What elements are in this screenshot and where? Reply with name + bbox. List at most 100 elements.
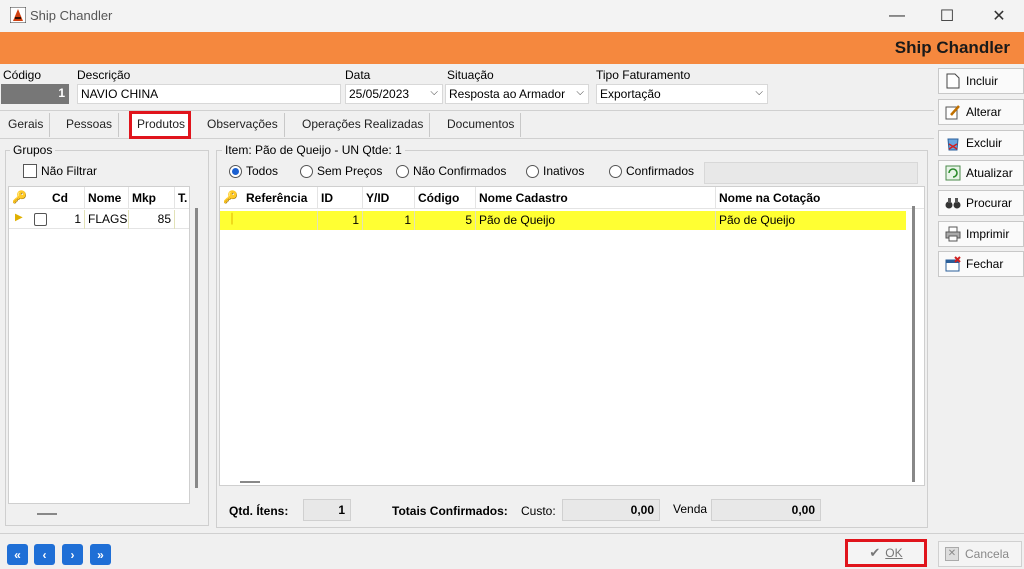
filter-inativos-label: Inativos (543, 164, 585, 178)
filter-todos[interactable]: Todos (229, 164, 278, 178)
nao-filtrar-checkbox[interactable] (23, 164, 37, 178)
items-col-nome-cotacao[interactable]: Nome na Cotação (716, 187, 906, 209)
qtd-itens-label: Qtd. Ítens: (229, 504, 289, 518)
descricao-field[interactable]: NAVIO CHINA (77, 84, 341, 104)
item-codigo-cell: 5 (415, 211, 476, 230)
radio-icon (609, 164, 622, 178)
item-nome-cadastro-cell: Pão de Queijo (476, 211, 716, 230)
alterar-label: Alterar (966, 105, 1002, 119)
filter-sem-precos-label: Sem Preços (317, 164, 383, 178)
tab-pessoas[interactable]: Pessoas (60, 113, 120, 137)
radio-icon (396, 164, 409, 178)
fechar-button[interactable]: Fechar (938, 251, 1024, 277)
tab-documentos[interactable]: Documentos (441, 113, 522, 137)
items-vertical-scrollbar[interactable] (912, 206, 915, 482)
header-banner (0, 32, 1024, 64)
atualizar-button[interactable]: Atualizar (938, 160, 1024, 186)
document-icon (945, 73, 961, 89)
excluir-label: Excluir (966, 136, 1003, 150)
ok-label: OK (885, 546, 903, 560)
window-title: Ship Chandler (30, 8, 113, 23)
nao-filtrar-label: Não Filtrar (41, 164, 98, 178)
chevron-down-icon[interactable]: ⌵ (576, 87, 584, 98)
procurar-label: Procurar (966, 196, 1013, 210)
last-record-button[interactable]: » (90, 544, 111, 565)
chevron-down-icon[interactable]: ⌵ (755, 87, 763, 98)
radio-icon (300, 164, 313, 178)
fechar-label: Fechar (966, 257, 1004, 271)
previous-record-button[interactable]: ‹ (34, 544, 55, 565)
edit-icon (945, 104, 961, 120)
custo-value: 0,00 (562, 499, 660, 521)
tab-produtos[interactable]: Produtos (131, 113, 191, 137)
groups-grid: 🔑 Cd Nome Mkp T. ▶ 1 FLAGS 85 (8, 186, 190, 515)
data-field[interactable]: 25/05/2023 ⌵ (345, 84, 443, 104)
totais-confirmados-label: Totais Confirmados: (392, 504, 508, 518)
row-cursor-icon: ∣ (229, 211, 235, 225)
horizontal-scroll-thumb[interactable] (240, 481, 260, 483)
atualizar-label: Atualizar (966, 166, 1013, 180)
chevron-down-icon[interactable]: ⌵ (430, 87, 438, 98)
group-nome-cell: FLAGS (85, 210, 129, 229)
printer-icon (945, 226, 961, 242)
group-row-checkbox[interactable] (34, 213, 47, 226)
excluir-button[interactable]: Excluir (938, 130, 1024, 156)
items-title: Item: Pão de Queijo - UN Qtde: 1 (222, 143, 405, 157)
codigo-label: Código (3, 68, 42, 82)
qtd-itens-value: 1 (303, 499, 351, 521)
cancel-icon: ✕ (945, 547, 959, 561)
first-record-button[interactable]: « (7, 544, 28, 565)
imprimir-label: Imprimir (966, 227, 1010, 241)
filter-sem-precos[interactable]: Sem Preços (300, 164, 382, 178)
groups-col-t[interactable]: T. (175, 187, 189, 209)
horizontal-scroll-thumb[interactable] (37, 513, 57, 515)
items-col-nome-cadastro[interactable]: Nome Cadastro (476, 187, 716, 209)
table-row[interactable]: ▶ 1 FLAGS 85 (9, 210, 189, 229)
filter-status-box (704, 162, 918, 184)
groups-vertical-scrollbar[interactable] (195, 208, 198, 488)
refresh-icon (945, 165, 961, 181)
situacao-value: Resposta ao Armador (449, 87, 566, 101)
groups-col-mkp[interactable]: Mkp (129, 187, 175, 209)
close-window-button[interactable]: ✕ (976, 0, 1022, 32)
filter-confirmados[interactable]: Confirmados (609, 164, 694, 178)
tab-operacoes-realizadas[interactable]: Operações Realizadas (296, 113, 431, 137)
tipo-faturamento-select[interactable]: Exportação ⌵ (596, 84, 768, 104)
imprimir-button[interactable]: Imprimir (938, 221, 1024, 247)
tab-gerais[interactable]: Gerais (2, 113, 51, 137)
table-row[interactable]: ∣ 1 1 5 Pão de Queijo Pão de Queijo (220, 211, 906, 230)
situacao-label: Situação (447, 68, 494, 82)
codigo-field[interactable]: 1 (1, 84, 69, 104)
maximize-button[interactable]: ☐ (924, 0, 970, 32)
alterar-button[interactable]: Alterar (938, 99, 1024, 125)
venda-label: Venda (673, 502, 708, 516)
procurar-button[interactable]: Procurar (938, 190, 1024, 216)
ok-button[interactable]: ✔ OK (845, 539, 927, 567)
situacao-select[interactable]: Resposta ao Armador ⌵ (445, 84, 589, 104)
items-col-referencia[interactable]: Referência (243, 187, 318, 209)
incluir-button[interactable]: Incluir (938, 68, 1024, 94)
item-yid-cell: 1 (363, 211, 415, 230)
item-id-cell: 1 (318, 211, 363, 230)
cancela-button[interactable]: ✕ Cancela (938, 541, 1022, 567)
items-col-id[interactable]: ID (318, 187, 363, 209)
filter-todos-label: Todos (246, 164, 279, 178)
minimize-button[interactable]: — (874, 0, 920, 32)
banner-title: Ship Chandler (894, 38, 1010, 57)
groups-col-nome[interactable]: Nome (85, 187, 129, 209)
filter-nao-confirmados-label: Não Confirmados (413, 164, 507, 178)
keys-icon[interactable]: 🔑 (12, 190, 27, 204)
app-logo-icon (9, 6, 27, 24)
items-col-yid[interactable]: Y/ID (363, 187, 415, 209)
close-window-icon (945, 256, 961, 272)
filter-inativos[interactable]: Inativos (526, 164, 584, 178)
items-col-codigo[interactable]: Código (415, 187, 476, 209)
next-record-button[interactable]: › (62, 544, 83, 565)
group-cd-cell: 1 (49, 210, 85, 229)
title-bar (0, 0, 1024, 32)
tab-observacoes[interactable]: Observações (201, 113, 285, 137)
items-grid-header: 🔑 Referência ID Y/ID Código Nome Cadastr… (220, 187, 924, 209)
filter-nao-confirmados[interactable]: Não Confirmados (396, 164, 506, 178)
groups-col-cd[interactable]: Cd (49, 187, 85, 209)
keys-icon[interactable]: 🔑 (223, 190, 238, 204)
